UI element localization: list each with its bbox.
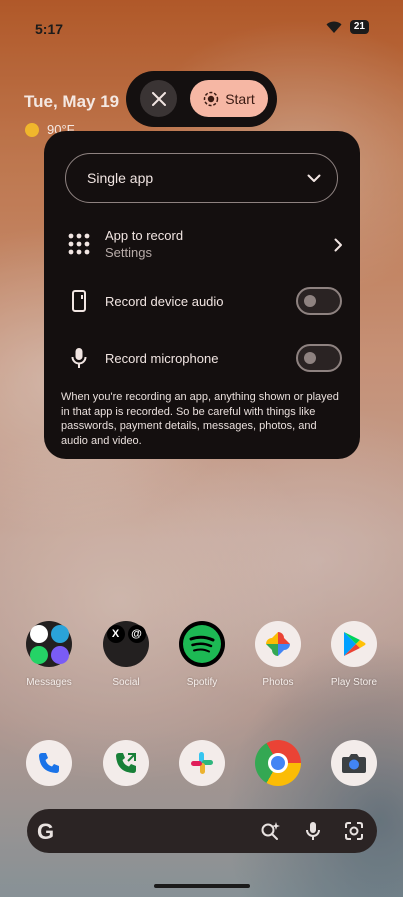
- folder-icon: [26, 621, 72, 667]
- microphone-label: Record microphone: [105, 350, 219, 366]
- folder-icon: X @: [103, 621, 149, 667]
- close-button[interactable]: [140, 80, 177, 117]
- spotify-icon: [179, 621, 225, 667]
- whatsapp-icon: [29, 645, 48, 664]
- recording-controls: Start: [126, 71, 277, 127]
- app-label: Photos: [262, 677, 294, 688]
- slack-icon: [179, 740, 225, 786]
- battery-icon: 21: [349, 20, 369, 34]
- app-photos[interactable]: Photos: [248, 621, 308, 688]
- record-mode-select[interactable]: Single app: [65, 153, 338, 203]
- telegram-icon: [50, 624, 69, 643]
- google-logo: G: [37, 819, 55, 844]
- play-store-icon: [331, 621, 377, 667]
- dock-phone[interactable]: [19, 740, 79, 786]
- navigation-handle[interactable]: [154, 884, 250, 888]
- grid-icon: [65, 230, 93, 258]
- lens-icon[interactable]: [344, 821, 364, 841]
- app-label: Messages: [26, 677, 72, 688]
- app-label: Play Store: [330, 677, 378, 688]
- microphone-row: Record microphone: [65, 344, 345, 372]
- status-time: 5:17: [35, 21, 64, 37]
- google-search-bar[interactable]: G: [27, 809, 377, 853]
- chevron-right-icon: [334, 238, 342, 252]
- toggle-knob: [304, 295, 316, 307]
- device-audio-toggle[interactable]: [296, 287, 342, 315]
- app-social-folder[interactable]: X @ Social: [96, 621, 156, 688]
- start-button[interactable]: Start: [190, 80, 268, 117]
- dock-slack[interactable]: [172, 740, 232, 786]
- microphone-icon: [65, 344, 93, 372]
- gmail-icon: [29, 624, 48, 643]
- wifi-icon: [326, 21, 342, 33]
- call-forward-icon: [103, 740, 149, 786]
- chevron-down-icon: [307, 174, 321, 182]
- microphone-toggle[interactable]: [296, 344, 342, 372]
- messenger-icon: [50, 645, 69, 664]
- screen-record-dialog: Single app App to record Settings Record…: [44, 131, 360, 459]
- microphone-icon[interactable]: [303, 821, 323, 841]
- chrome-icon: [255, 740, 301, 786]
- device-audio-label: Record device audio: [105, 293, 224, 309]
- date-widget[interactable]: Tue, May 19: [24, 92, 119, 112]
- threads-icon: @: [127, 624, 146, 643]
- toggle-knob: [304, 352, 316, 364]
- privacy-note: When you're recording an app, anything s…: [61, 391, 339, 447]
- close-icon: [151, 91, 166, 106]
- app-to-record-row[interactable]: App to record Settings: [65, 228, 345, 260]
- camera-icon: [331, 740, 377, 786]
- phone-icon: [26, 740, 72, 786]
- app-messages-folder[interactable]: Messages: [19, 621, 79, 688]
- photos-icon: [255, 621, 301, 667]
- app-label: Social: [112, 677, 140, 688]
- record-mode-value: Single app: [87, 170, 154, 186]
- app-spotify[interactable]: Spotify: [172, 621, 232, 688]
- dock-camera[interactable]: [324, 740, 384, 786]
- app-to-record-value: Settings: [105, 245, 152, 260]
- dock-chrome[interactable]: [248, 740, 308, 786]
- x-app-icon: X: [106, 624, 125, 643]
- phone-outline-icon: [65, 287, 93, 315]
- sun-icon: [25, 122, 39, 137]
- dock-phone-link[interactable]: [96, 740, 156, 786]
- app-label: Spotify: [186, 677, 218, 688]
- app-play-store[interactable]: Play Store: [324, 621, 384, 688]
- search-sparkle-icon[interactable]: [260, 821, 280, 841]
- status-icons: 21: [326, 20, 369, 34]
- device-audio-row: Record device audio: [65, 287, 345, 315]
- app-to-record-title: App to record: [105, 228, 184, 243]
- start-label: Start: [225, 90, 255, 107]
- record-icon: [203, 91, 219, 106]
